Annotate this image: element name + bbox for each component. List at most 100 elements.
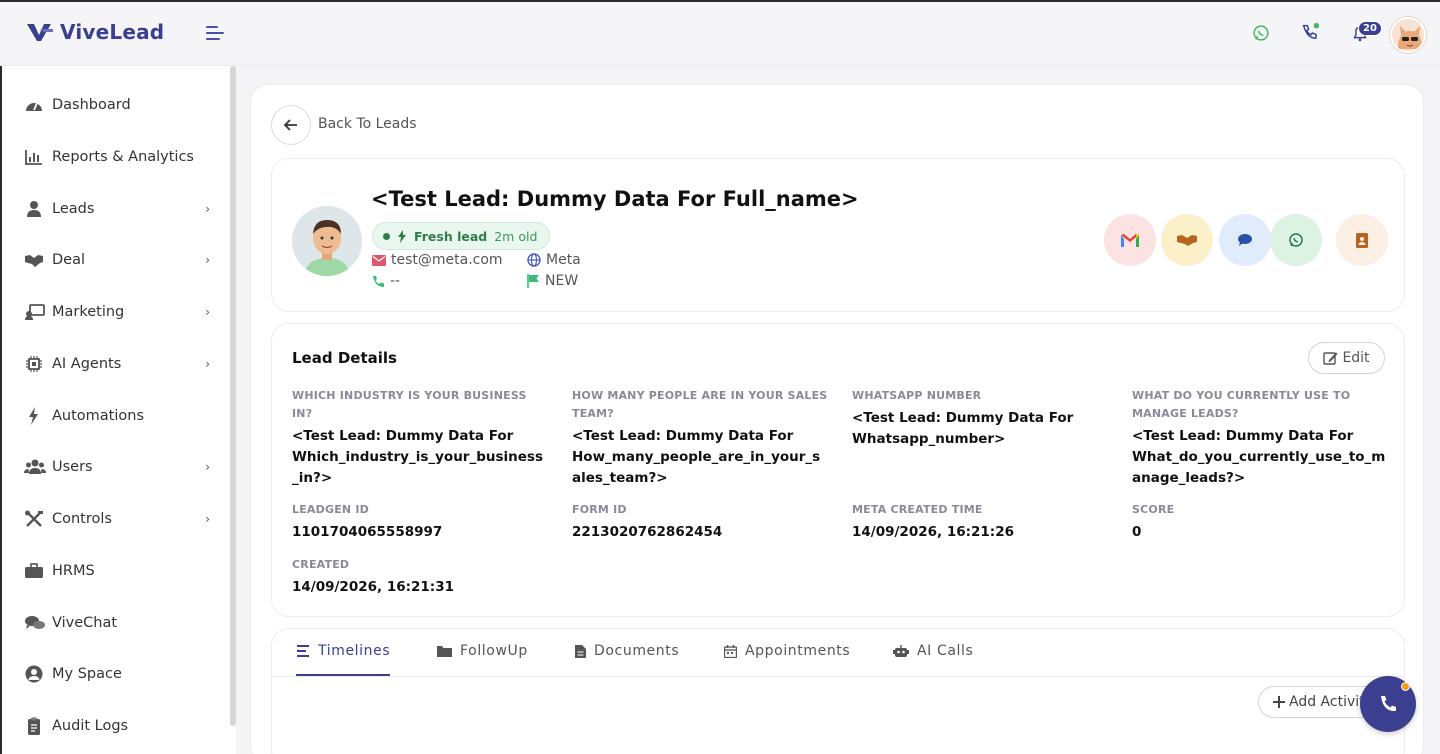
flag-icon — [527, 274, 539, 288]
phone-icon — [373, 275, 384, 287]
deal-button[interactable] — [1161, 214, 1213, 266]
sidebar-item-dashboard[interactable]: Dashboard — [24, 90, 214, 120]
tab-label: Timelines — [318, 643, 391, 659]
lead-age: 2m old — [494, 228, 538, 244]
field-value: <Test Lead: Dummy Data For Which_industr… — [292, 428, 543, 486]
sidebar-item-automations[interactable]: Automations — [24, 401, 214, 431]
sidebar-item-controls[interactable]: Controls › — [24, 504, 214, 534]
tab-timelines[interactable]: Timelines — [296, 643, 390, 659]
whatsapp-icon[interactable] — [1250, 22, 1272, 44]
users-icon — [24, 457, 46, 477]
sidebar: Dashboard Reports & Analytics Leads › De… — [0, 66, 236, 754]
detail-field: META CREATED TIME 14/09/2026, 16:21:26 — [852, 501, 1108, 543]
detail-field: WHATSAPP NUMBER <Test Lead: Dummy Data F… — [852, 387, 1108, 450]
sidebar-item-vivechat[interactable]: ViveChat — [24, 608, 214, 638]
person-avatar-icon — [292, 206, 362, 276]
gmail-icon — [1121, 233, 1139, 247]
tab-label: Documents — [594, 643, 680, 659]
fresh-lead-badge: Fresh lead 2m old — [372, 222, 551, 250]
detail-field: WHAT DO YOU CURRENTLY USE TO MANAGE LEAD… — [1132, 387, 1388, 489]
sidebar-item-marketing[interactable]: Marketing › — [24, 297, 214, 327]
field-label: WHICH INDUSTRY IS YOUR BUSINESS IN? — [292, 389, 527, 420]
contact-book-icon — [1356, 232, 1368, 248]
envelope-icon — [372, 254, 386, 266]
chart-icon — [24, 147, 46, 167]
sidebar-item-leads[interactable]: Leads › — [24, 194, 214, 224]
lead-details-card: Lead Details Edit WHICH INDUSTRY IS YOUR… — [271, 323, 1405, 617]
sidebar-item-label: Controls — [52, 511, 112, 527]
phone-icon — [1381, 696, 1396, 712]
phone-call-icon[interactable] — [1299, 22, 1321, 44]
clipboard-icon — [24, 716, 46, 736]
arrow-left-icon — [283, 119, 297, 131]
bolt-icon — [398, 229, 406, 243]
gmail-button[interactable] — [1104, 214, 1156, 266]
field-value: <Test Lead: Dummy Data For What_do_you_c… — [1132, 428, 1386, 486]
menu-toggle-icon[interactable] — [206, 26, 226, 44]
lead-stage: NEW — [545, 273, 579, 289]
sidebar-scrollbar[interactable] — [230, 66, 236, 726]
whatsapp-button[interactable] — [1270, 214, 1322, 266]
chip-icon — [24, 354, 46, 374]
brand-logo[interactable]: ViveLead — [26, 20, 164, 44]
field-label: HOW MANY PEOPLE ARE IN YOUR SALES TEAM? — [572, 389, 828, 420]
tab-ai-calls[interactable]: AI Calls — [893, 643, 973, 659]
globe-icon — [527, 253, 541, 267]
sidebar-item-my-space[interactable]: My Space — [24, 659, 214, 689]
active-tab-indicator — [296, 674, 390, 676]
list-icon — [297, 645, 309, 657]
edit-label: Edit — [1342, 350, 1370, 366]
logo-mark-icon — [27, 24, 53, 41]
calendar-icon — [724, 644, 737, 658]
sidebar-item-label: Audit Logs — [52, 718, 129, 734]
document-icon — [575, 644, 586, 658]
fresh-lead-label: Fresh lead — [414, 228, 488, 244]
lead-stage-row: NEW — [527, 273, 578, 289]
sidebar-item-ai-agents[interactable]: AI Agents › — [24, 349, 214, 379]
sidebar-item-label: ViveChat — [52, 615, 118, 631]
contact-card-button[interactable] — [1336, 214, 1388, 266]
lead-email[interactable]: test@meta.com — [391, 252, 503, 268]
field-label: LEADGEN ID — [292, 503, 369, 516]
chevron-right-icon: › — [205, 202, 210, 216]
top-header: ViveLead 20 — [0, 0, 1440, 66]
lead-name: <Test Lead: Dummy Data For Full_name> — [371, 187, 859, 211]
lead-details-title: Lead Details — [292, 349, 397, 367]
tab-followup[interactable]: FollowUp — [437, 643, 528, 659]
field-value: <Test Lead: Dummy Data For How_many_peop… — [572, 428, 821, 486]
sidebar-item-users[interactable]: Users › — [24, 452, 214, 482]
field-value: 0 — [1132, 524, 1142, 540]
brand-name: ViveLead — [60, 20, 165, 44]
sidebar-item-label: Dashboard — [52, 97, 131, 113]
user-icon — [24, 199, 46, 219]
tab-appointments[interactable]: Appointments — [724, 643, 850, 659]
lead-phone: -- — [390, 273, 401, 289]
sidebar-item-reports[interactable]: Reports & Analytics — [24, 142, 214, 172]
edit-button[interactable]: Edit — [1308, 342, 1385, 374]
sidebar-item-deal[interactable]: Deal › — [24, 245, 214, 275]
activity-tabs-card: Timelines FollowUp Documents Appointment… — [271, 628, 1405, 754]
field-value: 1101704065558997 — [292, 524, 443, 540]
back-to-leads-link[interactable]: Back To Leads — [318, 116, 417, 132]
field-value: 2213020762862454 — [572, 524, 723, 540]
lead-source: Meta — [546, 252, 581, 268]
field-value: 14/09/2026, 16:21:31 — [292, 579, 454, 595]
sidebar-item-label: HRMS — [52, 563, 95, 579]
sidebar-item-label: Deal — [52, 252, 86, 268]
sidebar-item-audit-logs[interactable]: Audit Logs — [24, 711, 214, 741]
user-avatar[interactable] — [1390, 17, 1426, 53]
field-value: 14/09/2026, 16:21:26 — [852, 524, 1014, 540]
chat-button[interactable] — [1219, 214, 1271, 266]
tab-documents[interactable]: Documents — [575, 643, 679, 659]
sidebar-item-label: Marketing — [52, 304, 125, 320]
sidebar-item-label: AI Agents — [52, 356, 122, 372]
chevron-right-icon: › — [205, 357, 210, 371]
chevron-right-icon: › — [205, 253, 210, 267]
back-button[interactable] — [271, 105, 311, 145]
whatsapp-icon — [1289, 233, 1303, 247]
sidebar-item-hrms[interactable]: HRMS — [24, 556, 214, 586]
field-label: WHAT DO YOU CURRENTLY USE TO MANAGE LEAD… — [1132, 389, 1351, 420]
sidebar-item-label: Leads — [52, 201, 95, 217]
status-dot — [1401, 682, 1410, 691]
tab-bar: Timelines FollowUp Documents Appointment… — [272, 629, 1404, 677]
